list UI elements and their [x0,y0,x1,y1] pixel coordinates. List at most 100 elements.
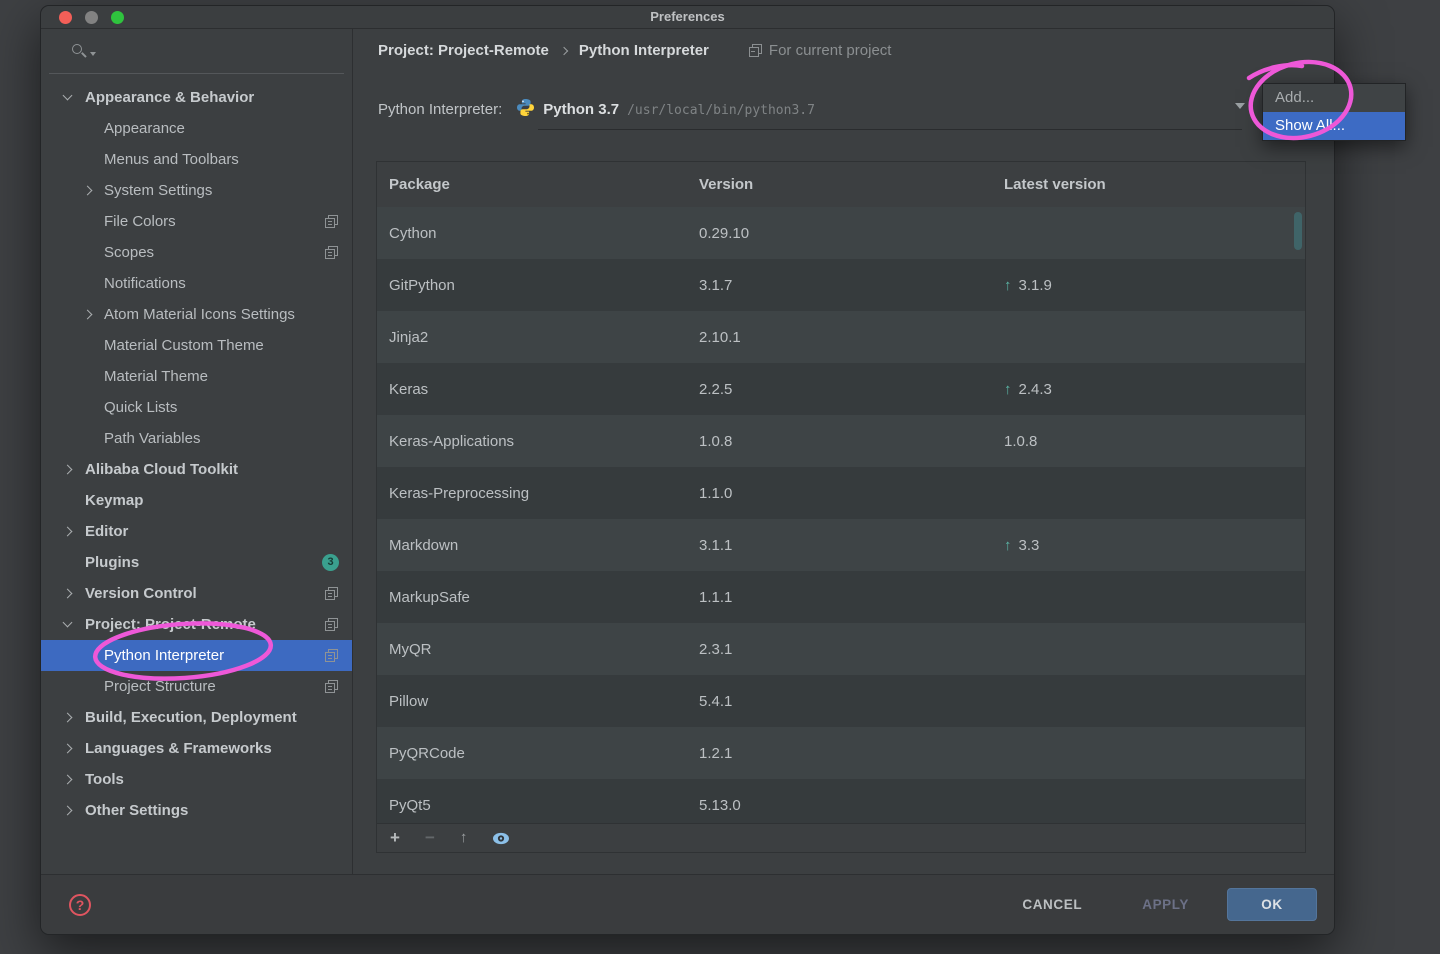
breadcrumb-project[interactable]: Project: Project-Remote [378,42,549,59]
sidebar-item-label: Version Control [85,585,197,602]
python-interpreter-panel: Project: Project-Remote Python Interpret… [353,29,1334,874]
upgrade-arrow-icon: ↑ [1004,381,1012,398]
uninstall-package-button[interactable]: − [425,829,435,846]
sidebar-item[interactable]: Material Custom Theme [41,330,352,361]
window-title: Preferences [41,9,1334,24]
package-name: PyQt5 [377,797,687,814]
interpreter-dropdown-menu: Add... Show All... [1262,83,1406,141]
table-scrollbar-thumb[interactable] [1294,212,1302,250]
sidebar-item[interactable]: Scopes [41,237,352,268]
package-version: 2.3.1 [687,641,992,658]
overridden-settings-icon [325,587,338,600]
sidebar-item-label: Appearance [104,120,185,137]
interpreter-path: /usr/local/bin/python3.7 [627,103,815,118]
package-name: Cython [377,225,687,242]
package-version: 0.29.10 [687,225,992,242]
package-version: 3.1.7 [687,277,992,294]
install-package-button[interactable]: + [390,829,400,846]
sidebar-item-label: Build, Execution, Deployment [85,709,297,726]
table-row[interactable]: PyQt5 5.13.0 [377,779,1305,824]
sidebar-item-label: Project Structure [104,678,216,695]
sidebar-item[interactable]: Alibaba Cloud Toolkit [41,454,352,485]
table-row[interactable]: Pillow 5.4.1 [377,675,1305,727]
menu-item[interactable]: Add... [1263,84,1405,112]
table-row[interactable]: PyQRCode 1.2.1 [377,727,1305,779]
breadcrumb-separator-icon [560,46,568,54]
breadcrumb: Project: Project-Remote Python Interpret… [378,42,891,59]
sidebar-item[interactable]: System Settings [41,175,352,206]
table-row[interactable]: GitPython 3.1.7 ↑3.1.9 [377,259,1305,311]
menu-item[interactable]: Show All... [1263,112,1405,140]
cancel-button[interactable]: Cancel [1022,897,1082,912]
sidebar-item-label: Keymap [85,492,143,509]
upgrade-package-button[interactable]: ↑ [460,830,468,845]
package-latest-version: ↑2.4.3 [992,381,1305,398]
column-header-version[interactable]: Version [687,176,992,193]
sidebar-item[interactable]: Plugins 3 [41,547,352,578]
sidebar-item[interactable]: Project: Project-Remote [41,609,352,640]
title-bar: Preferences [41,6,1334,29]
sidebar-item[interactable]: File Colors [41,206,352,237]
show-early-releases-eye-icon[interactable] [492,832,510,845]
sidebar-item-label: Project: Project-Remote [85,616,256,633]
interpreter-name: Python 3.7 [543,101,619,118]
sidebar-item-label: Tools [85,771,124,788]
chevron-right-icon [63,775,73,785]
column-header-latest[interactable]: Latest version [992,176,1305,193]
search-options-caret-icon [90,52,96,56]
help-button[interactable]: ? [69,894,91,916]
sidebar-search[interactable] [49,29,344,74]
ok-button[interactable]: OK [1227,888,1317,921]
sidebar-item[interactable]: Editor [41,516,352,547]
package-version: 5.4.1 [687,693,992,710]
table-row[interactable]: Jinja2 2.10.1 [377,311,1305,363]
sidebar-item[interactable]: Python Interpreter [41,640,352,671]
package-name: PyQRCode [377,745,687,762]
sidebar-item[interactable]: Version Control [41,578,352,609]
sidebar-item[interactable]: Appearance [41,113,352,144]
sidebar-item[interactable]: Keymap [41,485,352,516]
sidebar-item[interactable]: Material Theme [41,361,352,392]
project-scope-icon [749,44,762,57]
sidebar-item[interactable]: Atom Material Icons Settings [41,299,352,330]
table-row[interactable]: Cython 0.29.10 [377,207,1305,259]
interpreter-field-label: Python Interpreter: [378,101,502,118]
sidebar-item[interactable]: Build, Execution, Deployment [41,702,352,733]
chevron-right-icon [63,744,73,754]
apply-button[interactable]: Apply [1142,897,1189,912]
preferences-window: Preferences Appearance & Behavior [40,5,1335,935]
package-version: 1.2.1 [687,745,992,762]
chevron-right-icon [63,465,73,475]
sidebar-item[interactable]: Appearance & Behavior [41,82,352,113]
package-name: Jinja2 [377,329,687,346]
interpreter-dropdown-caret-icon[interactable] [1235,103,1245,109]
overridden-settings-icon [325,649,338,662]
sidebar-item-label: Quick Lists [104,399,177,416]
table-row[interactable]: MyQR 2.3.1 [377,623,1305,675]
sidebar-item-label: Atom Material Icons Settings [104,306,295,323]
table-row[interactable]: Keras 2.2.5 ↑2.4.3 [377,363,1305,415]
sidebar-item[interactable]: Path Variables [41,423,352,454]
table-row[interactable]: Keras-Applications 1.0.8 1.0.8 [377,415,1305,467]
sidebar-item[interactable]: Project Structure [41,671,352,702]
table-row[interactable]: MarkupSafe 1.1.1 [377,571,1305,623]
sidebar-item-label: Appearance & Behavior [85,89,254,106]
sidebar-item[interactable]: Tools [41,764,352,795]
sidebar-item[interactable]: Other Settings [41,795,352,826]
package-toolbar: + − ↑ [376,823,1306,853]
sidebar-item[interactable]: Menus and Toolbars [41,144,352,175]
interpreter-selector[interactable]: Python Interpreter: Python 3.7 /usr/loca… [378,95,815,118]
sidebar-item[interactable]: Quick Lists [41,392,352,423]
column-header-package[interactable]: Package [377,176,687,193]
chevron-down-icon [63,618,73,628]
table-row[interactable]: Markdown 3.1.1 ↑3.3 [377,519,1305,571]
package-name: Pillow [377,693,687,710]
table-row[interactable]: Keras-Preprocessing 1.1.0 [377,467,1305,519]
package-version: 2.10.1 [687,329,992,346]
package-latest-version: ↑3.1.9 [992,277,1305,294]
upgrade-arrow-icon: ↑ [1004,537,1012,554]
sidebar-item[interactable]: Languages & Frameworks [41,733,352,764]
plugins-count-badge: 3 [322,554,339,571]
sidebar-item-label: Languages & Frameworks [85,740,272,757]
sidebar-item[interactable]: Notifications [41,268,352,299]
